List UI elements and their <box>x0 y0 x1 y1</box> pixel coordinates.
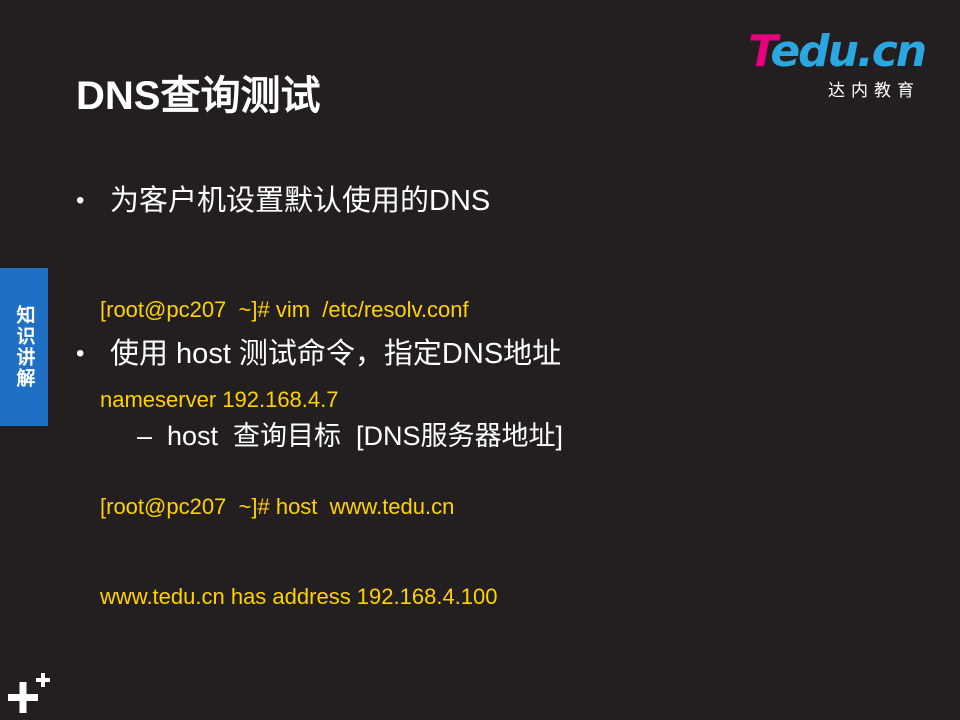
bullet-item-1: • 为客户机设置默认使用的DNS <box>76 183 490 219</box>
bullet-dot: • <box>76 187 85 214</box>
plus-cross-icon <box>8 673 50 713</box>
tedu-logo: Tedu.cn 达内教育 <box>748 26 928 101</box>
slide-title: DNS查询测试 <box>76 74 321 118</box>
code-line: [root@pc207 ~]# host www.tedu.cn <box>100 494 455 519</box>
bullet-text-1: 为客户机设置默认使用的DNS <box>110 185 491 217</box>
bullet-text-2: 使用 host 测试命令，指定DNS地址 <box>110 338 562 370</box>
code-line: www.tedu.cn has address 192.168.4.100 <box>100 584 498 609</box>
logo-subtitle: 达内教育 <box>828 81 920 100</box>
bullet-item-2: • 使用 host 测试命令，指定DNS地址 <box>76 336 561 372</box>
bullet-dot: • <box>76 340 85 367</box>
code-block-2: [root@pc207 ~]# host www.tedu.cn www.ted… <box>100 432 498 642</box>
side-tab: 知识讲解 <box>0 268 48 426</box>
logo-brand-rest: edu.cn <box>770 26 927 77</box>
code-line: [root@pc207 ~]# vim /etc/resolv.conf <box>100 297 469 322</box>
side-tab-label: 知识讲解 <box>13 305 35 389</box>
logo-brand-t: T <box>748 26 772 77</box>
logo-brand: Tedu.cn <box>748 26 927 77</box>
